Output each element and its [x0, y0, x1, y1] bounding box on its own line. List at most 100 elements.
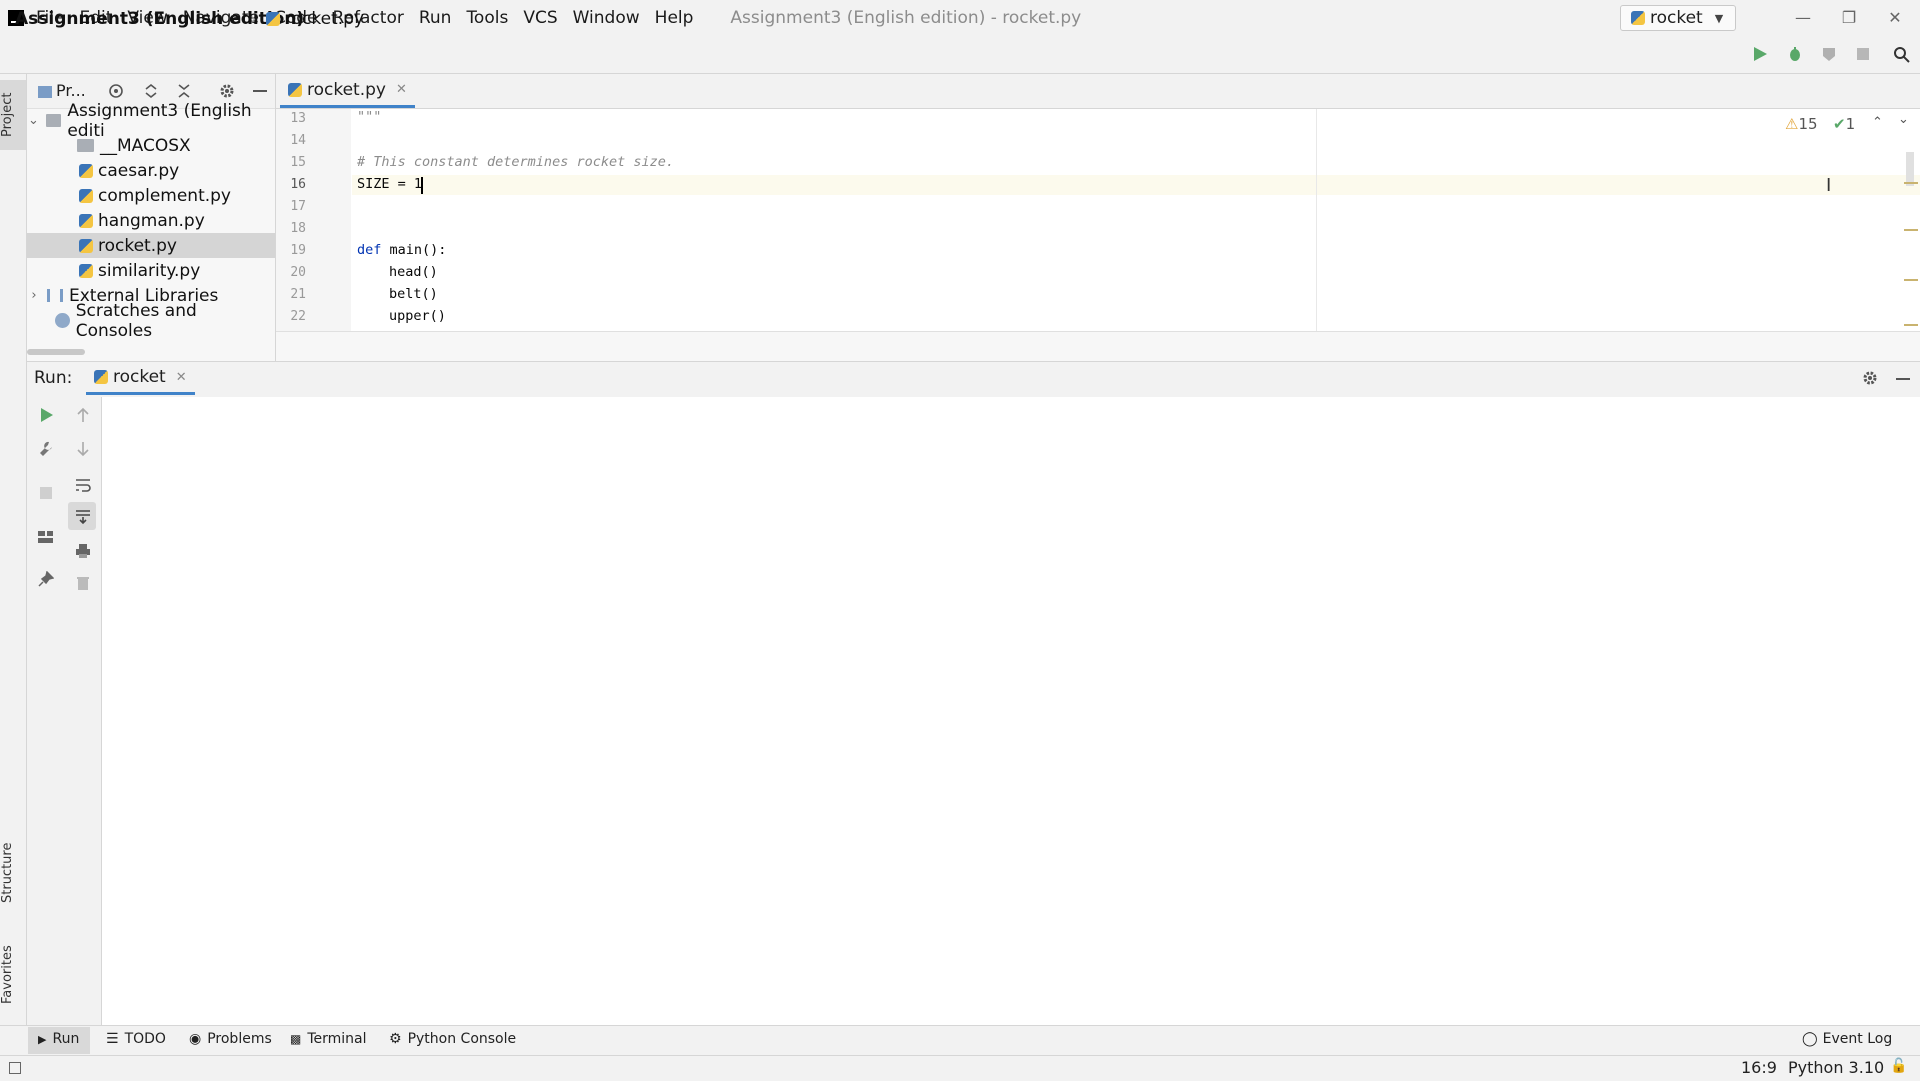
error-stripe-mark	[1904, 324, 1918, 326]
code-comment[interactable]: # This constant determines rocket size.	[357, 154, 674, 170]
tree-item[interactable]: similarity.py	[27, 258, 275, 283]
check-icon: ✔	[1833, 115, 1846, 133]
python-file-icon	[79, 188, 93, 203]
print-icon[interactable]	[75, 543, 91, 559]
tree-root[interactable]: ⌄ Assignment3 (English editi	[27, 101, 275, 141]
minimize-button[interactable]: —	[1780, 0, 1826, 35]
line-number: 17	[290, 199, 306, 214]
menu-run[interactable]: Run	[419, 8, 452, 28]
stop-icon[interactable]	[38, 485, 54, 501]
bottom-tab-todo[interactable]: ☰ TODO	[106, 1031, 166, 1047]
def-signature: main():	[381, 242, 447, 258]
folder-icon	[77, 139, 94, 152]
coverage-icon[interactable]	[1821, 46, 1837, 62]
restore-button[interactable]: ❐	[1826, 0, 1872, 35]
next-highlight-icon[interactable]: ⌄	[1898, 112, 1909, 127]
tree-item-selected[interactable]: rocket.py	[27, 233, 275, 258]
breadcrumb-project[interactable]: Assignment3 (English edition)	[15, 9, 304, 29]
run-icon[interactable]	[1752, 46, 1768, 62]
python-interpreter[interactable]: Python 3.10	[1788, 1058, 1884, 1077]
text-cursor	[421, 177, 423, 194]
editor-tab-bar	[276, 74, 1920, 109]
run-config-selector[interactable]: rocket ▼	[1620, 5, 1736, 31]
editor-scrollbar[interactable]	[1906, 152, 1914, 186]
line-number: 21	[290, 287, 306, 302]
wrench-icon[interactable]	[38, 441, 54, 457]
python-file-icon	[288, 82, 302, 97]
menu-vcs[interactable]: VCS	[523, 8, 557, 28]
project-tab-label: Project	[0, 92, 15, 138]
code-call[interactable]: head()	[389, 264, 438, 280]
rerun-icon[interactable]	[38, 407, 54, 423]
menu-help[interactable]: Help	[655, 8, 694, 28]
hide-panel-icon[interactable]	[253, 90, 267, 92]
tree-item-label: similarity.py	[98, 260, 201, 281]
hide-panel-icon[interactable]	[1896, 378, 1910, 380]
tool-windows-toggle-icon[interactable]	[9, 1062, 21, 1074]
close-window-button[interactable]: ✕	[1872, 0, 1918, 35]
trash-icon[interactable]	[75, 575, 91, 591]
code-docstring-end[interactable]: """	[357, 109, 381, 125]
line-number: 13	[290, 111, 306, 126]
tab-run-rocket[interactable]: rocket ✕	[86, 362, 195, 395]
tree-item[interactable]: complement.py	[27, 183, 275, 208]
search-icon[interactable]	[1893, 46, 1911, 64]
tree-item-label: __MACOSX	[100, 135, 191, 156]
project-tool-tab[interactable]: Project	[0, 80, 26, 150]
tree-item-label: rocket.py	[98, 235, 177, 256]
collapse-all-icon[interactable]	[176, 83, 192, 99]
tree-scratches[interactable]: Scratches and Consoles	[27, 301, 275, 341]
lock-icon[interactable]: 🔓	[1890, 1058, 1907, 1074]
bottom-tab-python-console[interactable]: ⚙ Python Console	[389, 1031, 516, 1047]
code-def-line[interactable]: def main():	[357, 242, 446, 258]
caret-position[interactable]: 16:9	[1741, 1058, 1777, 1077]
project-view-selector[interactable]: Pr...	[38, 81, 86, 100]
gear-icon[interactable]	[219, 83, 235, 99]
tool-window-bar	[0, 1025, 1920, 1056]
favorites-tool-tab[interactable]: Favorites	[0, 935, 26, 1015]
close-icon[interactable]: ✕	[396, 82, 407, 97]
bottom-tab-terminal[interactable]: ▩ Terminal	[290, 1031, 367, 1047]
warnings-count: 15	[1798, 115, 1818, 133]
debug-icon[interactable]	[1787, 46, 1803, 62]
play-icon: ▶	[38, 1032, 47, 1046]
problems-icon: ◉	[189, 1031, 202, 1047]
tree-scrollbar[interactable]	[27, 349, 85, 355]
bottom-tab-run[interactable]: ▶ Run	[38, 1031, 79, 1047]
previous-highlight-icon[interactable]: ⌃	[1872, 115, 1883, 130]
line-number: 15	[290, 155, 306, 170]
python-console-icon: ⚙	[389, 1031, 402, 1047]
structure-tool-tab[interactable]: Structure	[0, 830, 26, 915]
tree-item[interactable]: hangman.py	[27, 208, 275, 233]
warnings-indicator[interactable]: ⚠15	[1785, 115, 1818, 133]
layout-icon[interactable]	[37, 529, 53, 545]
code-call[interactable]: upper()	[389, 308, 446, 324]
expand-all-icon[interactable]	[143, 83, 159, 99]
locate-file-icon[interactable]	[108, 83, 124, 99]
soft-wrap-icon[interactable]	[75, 477, 91, 493]
checks-indicator[interactable]: ✔1	[1833, 115, 1855, 133]
tree-item[interactable]: caesar.py	[27, 158, 275, 183]
menu-tools[interactable]: Tools	[466, 8, 508, 28]
run-console-output[interactable]	[102, 397, 1920, 1025]
pin-icon[interactable]	[38, 571, 54, 587]
event-log-button[interactable]: ◯ Event Log	[1802, 1031, 1892, 1047]
arrow-up-icon[interactable]	[75, 407, 91, 423]
code-size-line[interactable]: SIZE = 1	[357, 176, 422, 192]
stop-icon[interactable]	[1855, 46, 1871, 62]
code-call[interactable]: belt()	[389, 286, 438, 302]
error-stripe-mark	[1904, 229, 1918, 231]
close-icon[interactable]: ✕	[176, 370, 187, 385]
gear-icon[interactable]	[1862, 370, 1878, 386]
arrow-down-icon[interactable]	[75, 441, 91, 457]
tree-item[interactable]: __MACOSX	[27, 133, 275, 158]
breadcrumb-file[interactable]: rocket.py	[266, 9, 364, 29]
tree-item-label: caesar.py	[98, 160, 180, 181]
python-file-icon	[79, 263, 93, 278]
menu-window[interactable]: Window	[573, 8, 640, 28]
run-config-label: rocket	[1650, 8, 1703, 28]
bottom-tab-problems[interactable]: ◉ Problems	[189, 1031, 272, 1047]
bottom-tab-label: Terminal	[307, 1031, 367, 1047]
line-number: 22	[290, 309, 306, 324]
tab-rocket-py[interactable]: rocket.py ✕	[280, 74, 415, 108]
